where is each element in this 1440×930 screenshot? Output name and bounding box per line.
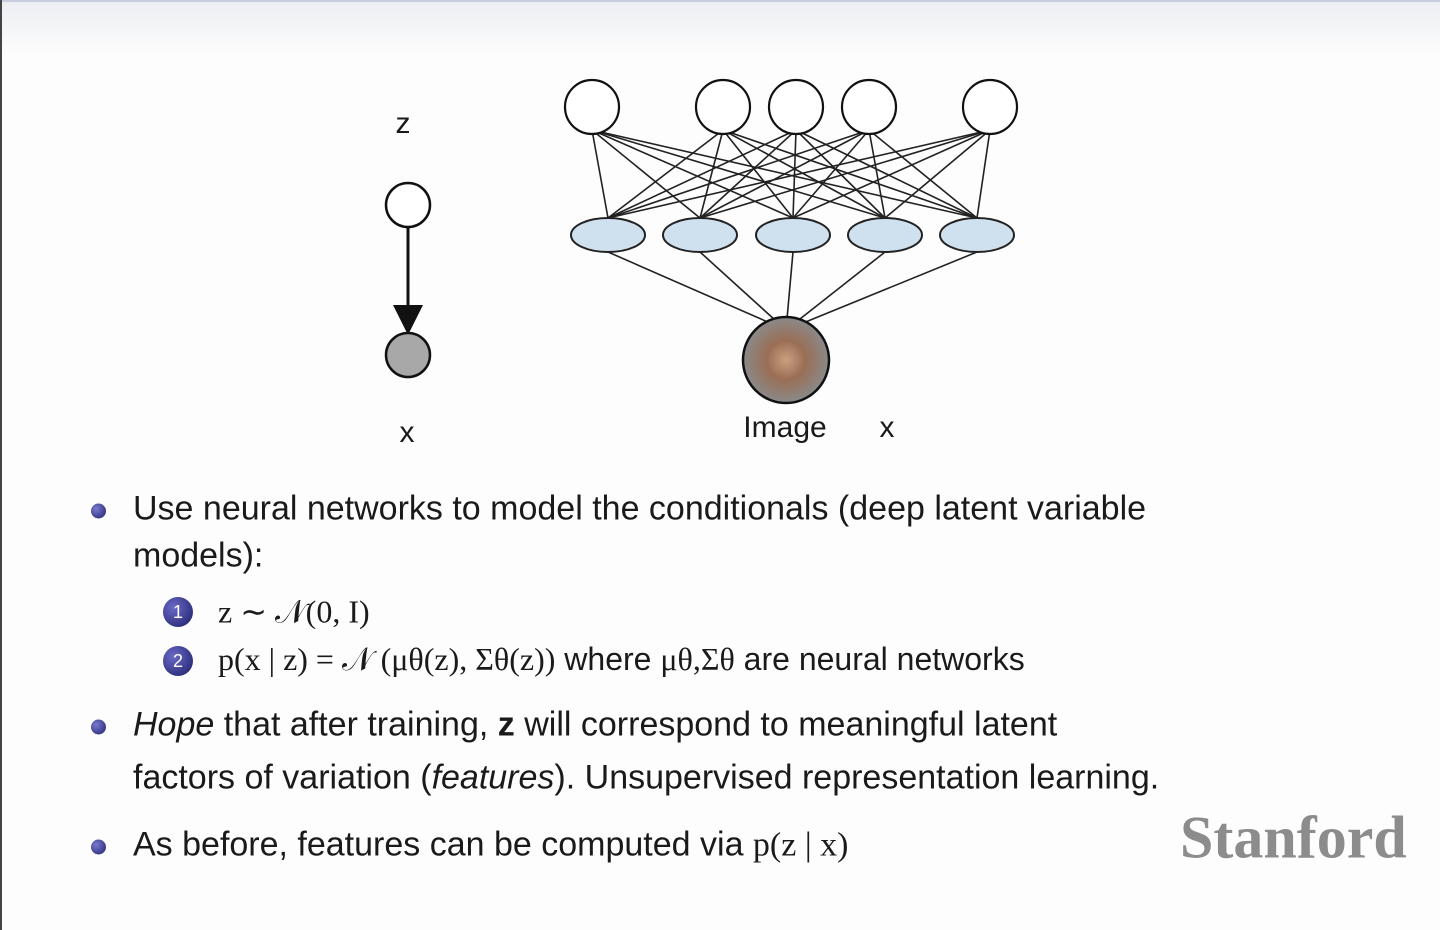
latent-node-z	[384, 181, 432, 229]
bullet-2-line-1: Hope that after training, z will corresp…	[133, 706, 1057, 745]
hidden-node	[939, 217, 1015, 253]
observed-node-x	[384, 331, 432, 379]
stanford-watermark: Stanford	[1180, 804, 1407, 871]
input-node	[563, 78, 621, 136]
subitem-1-math: z ∼ 𝒩(0, I)	[218, 593, 370, 630]
bullet-1-line-2: models):	[133, 536, 264, 575]
bullet-2-line-2: factors of variation (features). Unsuper…	[133, 759, 1159, 798]
hidden-node	[847, 217, 923, 253]
label-x: x	[399, 416, 415, 449]
edge	[607, 251, 787, 331]
input-node	[961, 78, 1019, 136]
emphasis-hope: Hope	[133, 705, 215, 744]
edge	[785, 251, 978, 331]
text: As before, features can be computed via	[133, 825, 753, 864]
bullet-1-line-1: Use neural networks to model the conditi…	[133, 489, 1147, 528]
text: will correspond to meaningful latent	[514, 705, 1058, 744]
subitem-2: p(x | z) = 𝒩 (μθ(z), Σθ(z)) where μθ,Σθ …	[218, 641, 1025, 679]
input-node	[694, 78, 752, 136]
hidden-node	[570, 217, 646, 253]
emphasis-features: features	[431, 758, 555, 797]
diagram	[384, 78, 1019, 405]
number-badge-2: 2	[163, 646, 193, 676]
graphical-model	[384, 181, 432, 379]
subitem-2-math: p(x | z) = 𝒩 (μθ(z), Σθ(z))	[218, 641, 556, 677]
label-z: z	[395, 107, 411, 140]
bullet-icon	[91, 839, 106, 855]
subitem-2-end: are neural networks	[734, 641, 1025, 677]
math-z: z	[497, 705, 515, 744]
subitem-2-where: where	[555, 641, 661, 677]
label-image-x: x	[879, 411, 895, 444]
input-node	[767, 78, 825, 136]
hidden-node	[662, 217, 738, 253]
image-node	[741, 315, 831, 405]
neural-network	[563, 78, 1019, 331]
subitem-2-math2: μθ,Σθ	[660, 641, 735, 677]
math-p-z-given-x: p(z | x)	[752, 826, 849, 864]
edge	[976, 129, 991, 219]
hidden-node	[755, 217, 831, 253]
bullet-icon	[91, 719, 106, 735]
text: factors of variation (	[133, 758, 432, 797]
edge	[785, 251, 886, 331]
text: that after training,	[214, 705, 498, 744]
bullet-3: As before, features can be computed via …	[133, 826, 848, 865]
input-node	[840, 78, 898, 136]
bullet-icon	[91, 503, 106, 519]
edge	[591, 129, 609, 219]
label-image: Image	[743, 411, 827, 444]
number-badge-1: 1	[163, 597, 193, 627]
text: ). Unsupervised representation learning.	[554, 758, 1160, 797]
